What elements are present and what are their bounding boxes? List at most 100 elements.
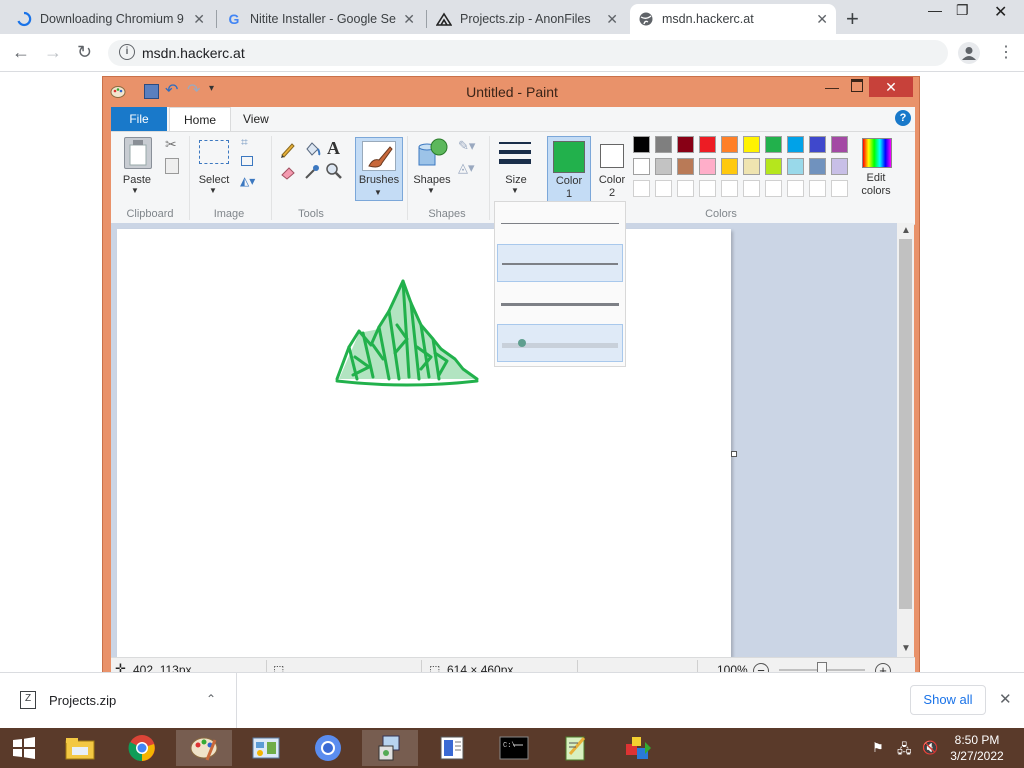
- tab-msdn-hackerc[interactable]: msdn.hackerc.at ✕: [630, 4, 836, 34]
- shapes-dropdown-icon[interactable]: ▼: [427, 186, 435, 195]
- back-arrow-icon[interactable]: ←: [12, 42, 30, 63]
- palette-empty-swatch[interactable]: [699, 180, 716, 197]
- palette-color-swatch[interactable]: [809, 158, 826, 175]
- volume-muted-icon[interactable]: 🔇: [922, 740, 938, 756]
- chromium-icon[interactable]: [300, 730, 356, 766]
- tab-home[interactable]: Home: [169, 107, 232, 132]
- palette-empty-swatch[interactable]: [721, 180, 738, 197]
- resize-icon[interactable]: [241, 156, 253, 166]
- palette-color-swatch[interactable]: [765, 158, 782, 175]
- file-explorer-icon[interactable]: [52, 730, 108, 766]
- action-center-flag-icon[interactable]: ⚑: [872, 740, 884, 756]
- size-option-4[interactable]: [497, 324, 623, 362]
- palette-color-swatch[interactable]: [721, 158, 738, 175]
- cut-icon[interactable]: ✂: [165, 136, 177, 153]
- palette-color-swatch[interactable]: [787, 158, 804, 175]
- close-downloads-icon[interactable]: ✕: [999, 690, 1012, 708]
- reload-icon[interactable]: ↻: [77, 42, 92, 63]
- show-all-button[interactable]: Show all: [910, 685, 986, 715]
- color2-button[interactable]: Color 2: [591, 136, 633, 202]
- shapes-button[interactable]: Shapes: [409, 174, 455, 186]
- crop-icon[interactable]: ⌗: [241, 135, 248, 150]
- url-text[interactable]: msdn.hackerc.at: [142, 45, 245, 61]
- download-item[interactable]: Z Projects.zip ⌃: [0, 673, 237, 729]
- palette-color-swatch[interactable]: [787, 136, 804, 153]
- canvas-resize-handle[interactable]: [731, 451, 737, 457]
- palette-color-swatch[interactable]: [743, 136, 760, 153]
- palette-color-swatch[interactable]: [831, 136, 848, 153]
- palette-empty-swatch[interactable]: [743, 180, 760, 197]
- document-viewer-icon[interactable]: [424, 730, 480, 766]
- palette-color-swatch[interactable]: [743, 158, 760, 175]
- select-button[interactable]: Select: [191, 174, 237, 186]
- color1-button[interactable]: Color 1: [547, 136, 591, 204]
- forward-arrow-icon[interactable]: →: [44, 42, 62, 63]
- palette-empty-swatch[interactable]: [655, 180, 672, 197]
- tab-downloading-chromium[interactable]: Downloading Chromium 9 ✕: [8, 4, 213, 34]
- magnifier-icon[interactable]: [325, 162, 343, 183]
- palette-color-swatch[interactable]: [765, 136, 782, 153]
- palette-empty-swatch[interactable]: [831, 180, 848, 197]
- paste-dropdown-icon[interactable]: ▼: [131, 186, 139, 195]
- palette-color-swatch[interactable]: [633, 158, 650, 175]
- select-dropdown-icon[interactable]: ▼: [209, 186, 217, 195]
- close-icon[interactable]: ✕: [816, 11, 828, 28]
- minimize-icon[interactable]: —: [928, 2, 942, 18]
- control-panel-icon[interactable]: [238, 730, 294, 766]
- close-icon[interactable]: ✕: [403, 11, 415, 28]
- paste-button[interactable]: Paste: [113, 174, 161, 186]
- drawing-canvas[interactable]: [117, 229, 731, 657]
- palette-color-swatch[interactable]: [655, 158, 672, 175]
- size-option-1[interactable]: [497, 204, 623, 242]
- paint-maximize-icon[interactable]: [851, 79, 863, 92]
- scrollbar-thumb[interactable]: [899, 239, 912, 609]
- text-tool-icon[interactable]: A: [327, 138, 340, 159]
- kebab-menu-icon[interactable]: ⋮: [998, 42, 1014, 62]
- outline-icon[interactable]: ✎▾: [458, 138, 475, 154]
- shapes-gallery-icon[interactable]: [417, 137, 449, 170]
- palette-color-swatch[interactable]: [699, 136, 716, 153]
- chevron-up-icon[interactable]: ⌃: [206, 692, 216, 706]
- palette-color-swatch[interactable]: [655, 136, 672, 153]
- pencil-icon[interactable]: [279, 140, 297, 161]
- scroll-down-icon[interactable]: ▼: [901, 643, 911, 654]
- palette-color-swatch[interactable]: [721, 136, 738, 153]
- edit-colors-button[interactable]: Edit colors: [853, 136, 903, 202]
- fill-bucket-icon[interactable]: [303, 140, 321, 161]
- notepad-plus-icon[interactable]: [548, 730, 604, 766]
- eraser-icon[interactable]: [279, 164, 297, 183]
- site-info-icon[interactable]: i: [119, 44, 135, 60]
- tab-projects-zip[interactable]: Projects.zip - AnonFiles ✕: [428, 4, 626, 34]
- select-rectangle-icon[interactable]: [199, 140, 229, 164]
- tab-file[interactable]: File: [111, 107, 167, 131]
- command-prompt-icon[interactable]: C:\: [486, 730, 542, 766]
- palette-color-swatch[interactable]: [677, 136, 694, 153]
- palette-empty-swatch[interactable]: [809, 180, 826, 197]
- paint-taskbar-icon[interactable]: [176, 730, 232, 766]
- size-button[interactable]: Size ▼: [493, 136, 539, 204]
- scroll-up-icon[interactable]: ▲: [901, 225, 911, 236]
- palette-color-swatch[interactable]: [831, 158, 848, 175]
- close-icon[interactable]: ✕: [193, 11, 205, 28]
- fill-icon[interactable]: ◬▾: [458, 160, 475, 176]
- help-icon[interactable]: ?: [895, 110, 911, 126]
- app-cubes-icon[interactable]: [610, 730, 666, 766]
- system-clock[interactable]: 8:50 PM 3/27/2022: [948, 732, 1006, 764]
- brushes-button[interactable]: Brushes ▼: [355, 137, 403, 201]
- start-button[interactable]: [0, 730, 48, 766]
- size-option-3[interactable]: [497, 284, 623, 322]
- palette-color-swatch[interactable]: [699, 158, 716, 175]
- color-picker-icon[interactable]: [303, 164, 321, 183]
- palette-empty-swatch[interactable]: [677, 180, 694, 197]
- palette-empty-swatch[interactable]: [787, 180, 804, 197]
- palette-color-swatch[interactable]: [633, 136, 650, 153]
- paint-minimize-icon[interactable]: —: [825, 79, 839, 95]
- tab-nitite-installer[interactable]: G Nitite Installer - Google Se ✕: [218, 4, 423, 34]
- size-option-2[interactable]: [497, 244, 623, 282]
- network-icon[interactable]: 🖧: [897, 740, 912, 762]
- installer-icon[interactable]: [362, 730, 418, 766]
- rotate-icon[interactable]: ◭▾: [240, 174, 255, 188]
- close-icon[interactable]: ✕: [606, 11, 618, 28]
- chrome-icon[interactable]: [114, 730, 170, 766]
- vertical-scrollbar[interactable]: ▲ ▼: [897, 223, 914, 657]
